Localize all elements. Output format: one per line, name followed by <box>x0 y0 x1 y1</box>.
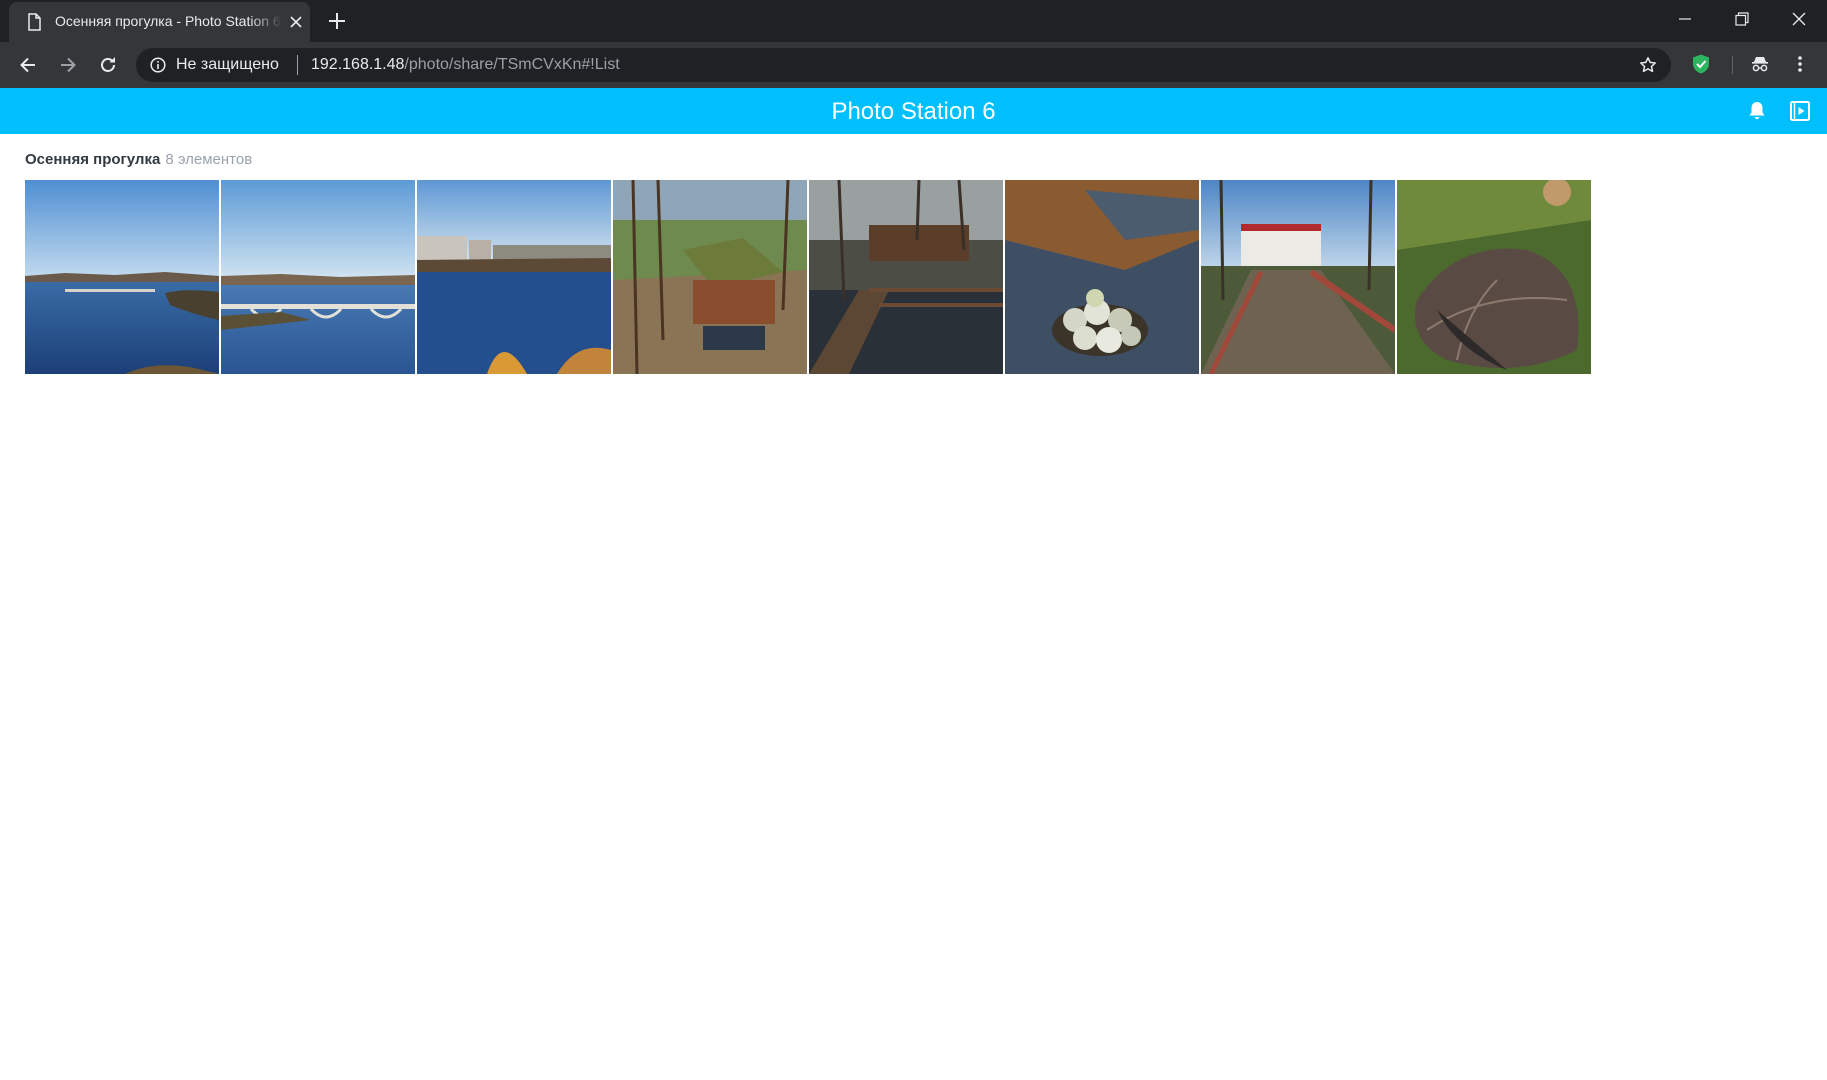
photo-fallen-leaf-moss <box>1397 180 1591 374</box>
shield-check-icon <box>1693 54 1709 74</box>
incognito-button[interactable] <box>1748 52 1772 76</box>
address-bar[interactable]: Не защищено 192.168.1.48/photo/share/TSm… <box>136 48 1671 82</box>
photo-thumbnail[interactable] <box>417 180 611 374</box>
minimize-icon <box>1678 18 1691 20</box>
reload-icon <box>101 57 115 72</box>
photo-river-city-view <box>417 180 611 374</box>
photo-stones-on-ice <box>1005 180 1199 374</box>
back-button[interactable] <box>13 50 43 80</box>
browser-tab[interactable]: Осенняя прогулка - Photo Station 6 <box>9 2 310 42</box>
photo-thumbnail[interactable] <box>221 180 415 374</box>
url-text[interactable]: 192.168.1.48/photo/share/TSmCVxKn#!List <box>311 56 620 74</box>
minimize-button[interactable] <box>1656 0 1713 38</box>
photo-thumbnail[interactable] <box>809 180 1003 374</box>
address-separator <box>297 55 298 75</box>
new-tab-plus-icon[interactable] <box>326 10 348 32</box>
bell-icon[interactable] <box>1745 99 1769 123</box>
arrow-right-icon <box>61 57 76 73</box>
app-header: Photo Station 6 <box>0 88 1827 134</box>
photo-thumbnail[interactable] <box>613 180 807 374</box>
security-status[interactable]: Не защищено <box>176 56 279 74</box>
arrow-left-icon <box>20 57 35 73</box>
url-path: /photo/share/TSmCVxKn#!List <box>404 56 620 73</box>
tab-close-icon[interactable] <box>288 14 304 30</box>
url-host: 192.168.1.48 <box>311 56 405 73</box>
browser-menu-button[interactable] <box>1788 52 1812 76</box>
browser-tab-strip: Осенняя прогулка - Photo Station 6 <box>0 0 1827 42</box>
photo-thumbnail[interactable] <box>1005 180 1199 374</box>
photo-wooden-gazebo-pond <box>613 180 807 374</box>
bookmark-star-icon[interactable] <box>1639 56 1657 74</box>
photo-thumbnail[interactable] <box>1201 180 1395 374</box>
toolbar-divider <box>1732 56 1733 74</box>
more-vertical-icon <box>1798 56 1802 72</box>
photo-thumbnail[interactable] <box>25 180 219 374</box>
reload-button[interactable] <box>93 50 123 80</box>
app-title: Photo Station 6 <box>831 98 996 125</box>
album-header: Осенняя прогулка 8 элементов <box>25 151 252 168</box>
extension-shield-button[interactable] <box>1689 52 1713 76</box>
photo-river-bridge-panorama <box>25 180 219 374</box>
restore-button[interactable] <box>1713 0 1770 38</box>
album-title: Осенняя прогулка <box>25 151 161 168</box>
info-icon[interactable] <box>150 57 166 73</box>
slideshow-icon[interactable] <box>1788 99 1812 123</box>
photo-thumbnail[interactable] <box>1397 180 1591 374</box>
photo-wooden-pier-trees <box>809 180 1003 374</box>
forward-button[interactable] <box>53 50 83 80</box>
close-icon <box>1792 12 1805 26</box>
photo-wooden-bridge-house <box>1201 180 1395 374</box>
album-item-count: 8 элементов <box>165 151 253 168</box>
document-icon <box>28 13 41 31</box>
photo-river-bridge-closeup <box>221 180 415 374</box>
tab-title: Осенняя прогулка - Photo Station 6 <box>55 13 281 29</box>
restore-icon <box>1734 12 1749 26</box>
browser-toolbar: Не защищено 192.168.1.48/photo/share/TSm… <box>0 42 1827 88</box>
incognito-icon <box>1752 57 1768 72</box>
close-window-button[interactable] <box>1770 0 1827 38</box>
